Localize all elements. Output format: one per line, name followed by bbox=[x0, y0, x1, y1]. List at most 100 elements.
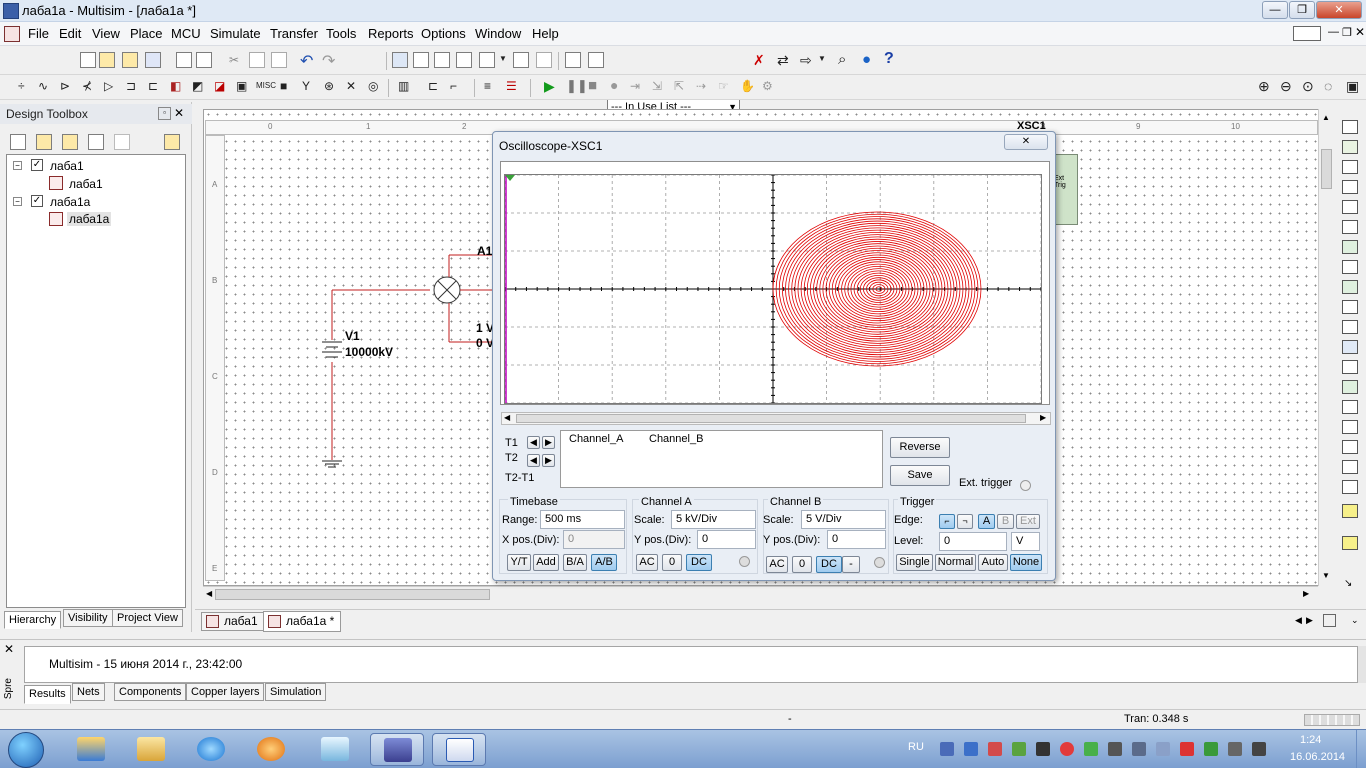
tray-icon[interactable] bbox=[940, 742, 954, 756]
source-value[interactable]: 10000kV bbox=[345, 345, 393, 359]
print-icon[interactable] bbox=[176, 52, 192, 68]
place-basic-icon[interactable]: ∿ bbox=[38, 79, 48, 93]
in-use-list-icon[interactable] bbox=[588, 52, 604, 68]
new-hierarchy-icon[interactable] bbox=[10, 134, 26, 150]
tab-scroll-left-icon[interactable]: ◀ bbox=[1295, 615, 1302, 626]
open-folder-icon[interactable] bbox=[99, 52, 115, 68]
tray-icon[interactable] bbox=[1060, 742, 1074, 756]
checkbox-icon[interactable]: ✓ bbox=[31, 195, 43, 207]
bode-plotter-icon[interactable] bbox=[1342, 220, 1358, 234]
tree-root-1[interactable]: лаба1 bbox=[50, 159, 84, 173]
menu-file[interactable]: File bbox=[28, 26, 49, 41]
tab-schematic-2[interactable]: лаба1а * bbox=[263, 611, 342, 632]
tree-child-2[interactable]: лаба1а bbox=[67, 212, 112, 226]
taskbar-app-1[interactable] bbox=[64, 733, 118, 766]
taskbar-ie[interactable] bbox=[184, 733, 238, 766]
tray-icon[interactable] bbox=[1012, 742, 1026, 756]
place-indicator-icon[interactable]: ◪ bbox=[214, 79, 225, 93]
close-hierarchy-icon[interactable] bbox=[88, 134, 104, 150]
taskbar-notes[interactable] bbox=[308, 733, 362, 766]
trigger-a-button[interactable]: A bbox=[978, 514, 995, 529]
copy-icon[interactable] bbox=[249, 52, 265, 68]
tray-icon[interactable] bbox=[1036, 742, 1050, 756]
stop-simulation-icon[interactable]: ■ bbox=[588, 77, 597, 94]
auto-button[interactable]: Auto bbox=[978, 554, 1008, 571]
rising-edge-icon[interactable]: ⌐ bbox=[939, 514, 955, 529]
help-icon[interactable]: ? bbox=[884, 50, 894, 68]
breakpoint-icon[interactable]: ● bbox=[610, 77, 618, 93]
place-rf-icon[interactable]: Y bbox=[302, 79, 310, 93]
paste-icon[interactable] bbox=[271, 52, 287, 68]
mdi-close-icon[interactable]: ✕ bbox=[1355, 25, 1365, 39]
close-spreadsheet-icon[interactable]: ✕ bbox=[4, 642, 14, 656]
chevron-down-icon[interactable]: ▼ bbox=[818, 54, 826, 63]
scroll-thumb[interactable] bbox=[215, 589, 490, 600]
place-power-icon[interactable]: ▣ bbox=[236, 79, 247, 93]
multimeter-icon[interactable] bbox=[1342, 120, 1358, 134]
spreadsheet-view-icon[interactable] bbox=[434, 52, 450, 68]
view-hierarchy-icon[interactable] bbox=[164, 134, 180, 150]
place-advanced-icon[interactable]: ■ bbox=[280, 79, 287, 93]
four-channel-scope-icon[interactable] bbox=[1342, 200, 1358, 214]
tray-icon[interactable] bbox=[1156, 742, 1170, 756]
undo-icon[interactable]: ↶ bbox=[300, 51, 313, 71]
tray-icon[interactable] bbox=[964, 742, 978, 756]
tree-root-2[interactable]: лаба1а bbox=[50, 195, 90, 209]
measurement-probe-icon[interactable] bbox=[1342, 504, 1358, 518]
word-generator-icon[interactable] bbox=[1342, 260, 1358, 274]
place-misc-icon[interactable]: MISC bbox=[256, 81, 276, 90]
trigger-b-button[interactable]: B bbox=[997, 514, 1014, 529]
save-button[interactable]: Save bbox=[890, 465, 950, 486]
menu-mcu[interactable]: MCU bbox=[171, 26, 201, 41]
t1-left-arrow-icon[interactable]: ◀ bbox=[527, 436, 540, 449]
horizontal-scrollbar[interactable]: ◀ ▶ bbox=[203, 586, 1318, 602]
place-mcu-icon[interactable]: ✕ bbox=[346, 79, 356, 93]
toggle-breakpoint-icon[interactable]: ☞ bbox=[718, 79, 729, 93]
tab-results[interactable]: Results bbox=[24, 685, 71, 704]
fullscreen-icon[interactable]: ▣ bbox=[1346, 78, 1359, 95]
labview-icon[interactable] bbox=[1342, 480, 1358, 494]
ercheck-icon[interactable]: ✗ bbox=[753, 52, 765, 69]
tab-components[interactable]: Components bbox=[114, 683, 187, 701]
trigger-unit-field[interactable]: V bbox=[1011, 532, 1040, 551]
palette-scroll-icon[interactable]: ↘ bbox=[1344, 578, 1352, 589]
network-icon[interactable] bbox=[1252, 742, 1266, 756]
place-hierarchical-icon[interactable]: ▥ bbox=[398, 79, 409, 93]
database-manager-icon[interactable] bbox=[456, 52, 472, 68]
frequency-counter-icon[interactable] bbox=[1342, 240, 1358, 254]
grid-icon[interactable] bbox=[413, 52, 429, 68]
oscilloscope-close-button[interactable]: ✕ bbox=[1004, 134, 1048, 150]
spectrum-analyzer-icon[interactable] bbox=[1342, 360, 1358, 374]
network-analyzer-icon[interactable] bbox=[1342, 380, 1358, 394]
oscilloscope-window[interactable]: Oscilloscope-XSC1 ✕ ◀ ▶ T1 ◀ ▶ T2 ◀ ▶ T2… bbox=[492, 131, 1056, 581]
tab-list-icon[interactable] bbox=[1323, 614, 1336, 627]
chevron-down-icon[interactable]: ▼ bbox=[499, 54, 507, 63]
menu-reports[interactable]: Reports bbox=[368, 26, 414, 41]
place-misc-digital-icon[interactable]: ◧ bbox=[170, 79, 181, 93]
channel-b-scale-field[interactable]: 5 V/Div bbox=[801, 510, 886, 529]
zoom-in-icon[interactable]: ⊕ bbox=[1258, 78, 1270, 95]
tab-schematic-1[interactable]: лаба1 bbox=[201, 612, 264, 631]
place-analog-icon[interactable]: ▷ bbox=[104, 79, 113, 93]
tektronix-scope-icon[interactable] bbox=[1342, 460, 1358, 474]
show-desktop-button[interactable] bbox=[1356, 730, 1366, 768]
tray-icon[interactable] bbox=[1132, 742, 1146, 756]
reverse-button[interactable]: Reverse bbox=[890, 437, 950, 458]
mdi-restore-icon[interactable]: ❐ bbox=[1342, 26, 1352, 39]
place-cmos-icon[interactable]: ⊏ bbox=[148, 79, 158, 93]
pin-icon[interactable]: ▫ bbox=[158, 107, 171, 120]
trigger-ext-button[interactable]: Ext bbox=[1016, 514, 1040, 529]
timebase-range-field[interactable]: 500 ms bbox=[540, 510, 625, 529]
channel-a-ypos-field[interactable]: 0 bbox=[697, 530, 756, 549]
scroll-thumb[interactable] bbox=[516, 414, 1026, 423]
place-mixed-icon[interactable]: ◩ bbox=[192, 79, 203, 93]
delete-hierarchy-icon[interactable] bbox=[114, 134, 130, 150]
back-annotate-icon[interactable]: ⇄ bbox=[777, 52, 789, 69]
save-hierarchy-icon[interactable] bbox=[62, 134, 78, 150]
place-ni-icon[interactable]: ◎ bbox=[368, 79, 378, 93]
chevron-down-icon[interactable]: ⌄ bbox=[1351, 615, 1359, 626]
t2-right-arrow-icon[interactable]: ▶ bbox=[542, 454, 555, 467]
tab-copper-layers[interactable]: Copper layers bbox=[186, 683, 265, 701]
start-button[interactable] bbox=[8, 732, 44, 768]
channel-b-ac-button[interactable]: AC bbox=[766, 556, 788, 573]
